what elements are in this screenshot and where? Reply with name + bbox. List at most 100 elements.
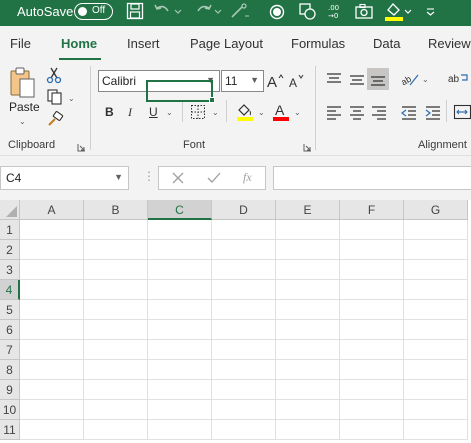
increase-indent-icon[interactable]: [424, 105, 442, 121]
cell-g6[interactable]: [404, 320, 468, 340]
cancel-icon[interactable]: [171, 171, 185, 185]
paste-dropdown-icon[interactable]: ⌄: [19, 117, 26, 126]
fill-color-qat-icon[interactable]: [383, 1, 405, 23]
tab-page-layout[interactable]: Page Layout: [190, 36, 263, 51]
copy-dropdown-icon[interactable]: ⌄: [68, 94, 75, 103]
cell-g4[interactable]: [404, 280, 468, 300]
fill-color-qat-dropdown-icon[interactable]: [404, 1, 426, 23]
cell-c4[interactable]: [148, 280, 212, 300]
cell-c10[interactable]: [148, 400, 212, 420]
cell-e9[interactable]: [276, 380, 340, 400]
cell-f7[interactable]: [340, 340, 404, 360]
align-center-icon[interactable]: [348, 105, 366, 121]
cell-a7[interactable]: [20, 340, 84, 360]
cell-d5[interactable]: [212, 300, 276, 320]
column-header-f[interactable]: F: [340, 200, 404, 220]
cell-a1[interactable]: [20, 220, 84, 240]
cell-b11[interactable]: [84, 420, 148, 440]
cell-e7[interactable]: [276, 340, 340, 360]
cell-a2[interactable]: [20, 240, 84, 260]
cell-e10[interactable]: [276, 400, 340, 420]
cell-g2[interactable]: [404, 240, 468, 260]
column-header-e[interactable]: E: [276, 200, 340, 220]
cell-g8[interactable]: [404, 360, 468, 380]
cell-d10[interactable]: [212, 400, 276, 420]
align-right-icon[interactable]: [370, 105, 388, 121]
cell-f9[interactable]: [340, 380, 404, 400]
wrap-text-icon[interactable]: ab: [447, 70, 469, 88]
orientation-icon[interactable]: ab: [400, 70, 420, 88]
bottom-align-icon[interactable]: [367, 68, 389, 90]
cell-g3[interactable]: [404, 260, 468, 280]
select-all-button[interactable]: [0, 200, 20, 220]
column-header-g[interactable]: G: [404, 200, 468, 220]
cell-a4[interactable]: [20, 280, 84, 300]
tab-insert[interactable]: Insert: [127, 36, 160, 51]
circle-icon[interactable]: [267, 1, 289, 23]
cell-c2[interactable]: [148, 240, 212, 260]
cell-b9[interactable]: [84, 380, 148, 400]
tab-file[interactable]: File: [10, 36, 31, 51]
cell-c5[interactable]: [148, 300, 212, 320]
cell-a9[interactable]: [20, 380, 84, 400]
row-header-11[interactable]: 11: [0, 420, 20, 440]
cell-c11[interactable]: [148, 420, 212, 440]
copy-icon[interactable]: [46, 88, 64, 106]
cell-b1[interactable]: [84, 220, 148, 240]
cell-d4[interactable]: [212, 280, 276, 300]
save-icon[interactable]: [125, 1, 147, 23]
cell-a5[interactable]: [20, 300, 84, 320]
borders-dropdown-icon[interactable]: ⌄: [212, 108, 219, 117]
row-header-10[interactable]: 10: [0, 400, 20, 420]
cell-c3[interactable]: [148, 260, 212, 280]
formula-bar-grip-icon[interactable]: ⋮: [143, 169, 155, 183]
cell-f1[interactable]: [340, 220, 404, 240]
format-painter-icon[interactable]: [46, 110, 64, 128]
paste-icon[interactable]: [8, 66, 38, 100]
cell-c1[interactable]: [148, 220, 212, 240]
font-color-dropdown-icon[interactable]: ⌄: [294, 108, 301, 117]
clipboard-launcher-icon[interactable]: [77, 141, 86, 152]
underline-dropdown-icon[interactable]: ⌄: [166, 108, 173, 117]
fill-color-icon[interactable]: [236, 102, 254, 122]
cell-g5[interactable]: [404, 300, 468, 320]
row-header-3[interactable]: 3: [0, 260, 20, 280]
cell-f8[interactable]: [340, 360, 404, 380]
align-left-icon[interactable]: [325, 105, 343, 121]
autosave-toggle[interactable]: Off: [74, 3, 113, 20]
cell-e5[interactable]: [276, 300, 340, 320]
format-painter-qat-icon[interactable]: [228, 1, 250, 23]
cell-b5[interactable]: [84, 300, 148, 320]
merge-center-icon[interactable]: [453, 103, 471, 121]
enter-icon[interactable]: [207, 171, 221, 185]
cell-c6[interactable]: [148, 320, 212, 340]
cell-f5[interactable]: [340, 300, 404, 320]
cell-a11[interactable]: [20, 420, 84, 440]
cell-g10[interactable]: [404, 400, 468, 420]
cell-c7[interactable]: [148, 340, 212, 360]
orientation-dropdown-icon[interactable]: ⌄: [422, 75, 429, 84]
tab-review[interactable]: Review: [428, 36, 471, 51]
formula-input[interactable]: [273, 166, 471, 190]
cell-g9[interactable]: [404, 380, 468, 400]
insert-function-button[interactable]: fx: [243, 170, 252, 185]
cell-e1[interactable]: [276, 220, 340, 240]
row-header-2[interactable]: 2: [0, 240, 20, 260]
cell-e8[interactable]: [276, 360, 340, 380]
undo-icon[interactable]: [152, 1, 174, 23]
paste-label[interactable]: Paste: [9, 100, 40, 114]
cut-icon[interactable]: [46, 66, 62, 84]
name-box[interactable]: C4 ▼: [0, 166, 129, 190]
cell-d6[interactable]: [212, 320, 276, 340]
column-header-c[interactable]: C: [148, 200, 212, 220]
number-format-icon[interactable]: .00 →0: [325, 1, 347, 23]
column-header-a[interactable]: A: [20, 200, 84, 220]
cell-b6[interactable]: [84, 320, 148, 340]
cell-f2[interactable]: [340, 240, 404, 260]
cell-b4[interactable]: [84, 280, 148, 300]
column-header-d[interactable]: D: [212, 200, 276, 220]
column-header-b[interactable]: B: [84, 200, 148, 220]
cell-f4[interactable]: [340, 280, 404, 300]
underline-button[interactable]: U: [149, 105, 158, 119]
decrease-font-size-icon[interactable]: A: [289, 72, 307, 90]
